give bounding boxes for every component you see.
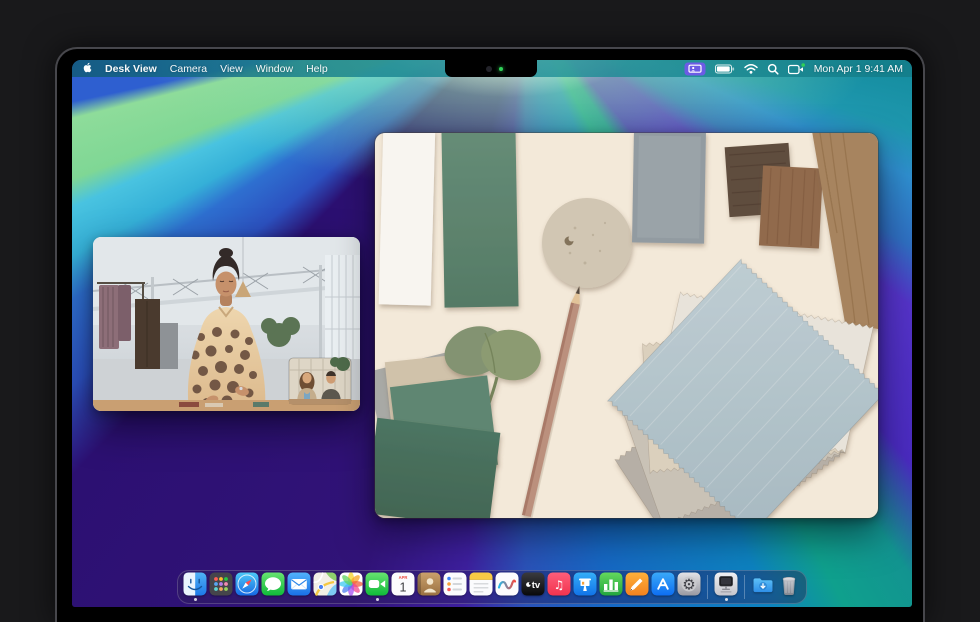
dock-music-icon[interactable]: ♫ <box>547 572 571 602</box>
video-menu-icon[interactable] <box>788 63 805 75</box>
running-indicator <box>725 598 728 601</box>
dock-reminders-icon[interactable] <box>443 572 467 602</box>
video-call-feed <box>93 237 360 411</box>
dock-finder-icon[interactable] <box>183 572 207 602</box>
menu-help[interactable]: Help <box>306 63 328 75</box>
dock-trash-icon[interactable] <box>777 572 801 602</box>
running-indicator <box>376 598 379 601</box>
dock-safari-icon[interactable] <box>235 572 259 602</box>
dock-keynote-icon[interactable] <box>573 572 597 602</box>
dock-calendar-icon[interactable]: APR 1 <box>391 572 415 602</box>
hair-bun <box>219 248 233 258</box>
camera-active-dot <box>801 63 805 67</box>
dock-settings-icon[interactable]: ⚙ <box>677 572 701 602</box>
pip-remote-participants[interactable] <box>289 357 351 404</box>
desktop: Desk View Camera View Window Help <box>72 60 912 607</box>
menu-window[interactable]: Window <box>256 63 293 75</box>
running-indicator <box>194 598 197 601</box>
apple-menu[interactable] <box>81 61 92 77</box>
dock-photos-icon[interactable] <box>339 572 363 602</box>
ring <box>239 387 242 390</box>
desk-view-feed <box>375 133 878 518</box>
dock-tv-icon[interactable]: tv <box>521 572 545 602</box>
svg-text:⚙: ⚙ <box>682 575 695 593</box>
menu-camera[interactable]: Camera <box>170 63 207 75</box>
macbook-display: Desk View Camera View Window Help <box>55 47 925 622</box>
menu-view[interactable]: View <box>220 63 243 75</box>
dock-maps-icon[interactable] <box>313 572 337 602</box>
menu-app-name[interactable]: Desk View <box>105 63 157 75</box>
svg-text:tv: tv <box>532 580 541 591</box>
dock-messages-icon[interactable] <box>261 572 285 602</box>
screen-mirroring-icon[interactable] <box>684 62 706 76</box>
desk-view-window[interactable] <box>375 133 878 518</box>
dock-divider <box>707 575 708 599</box>
spotlight-search-icon[interactable] <box>767 63 779 75</box>
apple-logo-icon <box>81 61 92 74</box>
product-shot-background: { "menu_bar": { "apple_logo": "apple-log… <box>0 0 980 622</box>
dock-launchpad-icon[interactable] <box>209 572 233 602</box>
svg-text:APR: APR <box>399 575 408 580</box>
dock-mail-icon[interactable] <box>287 572 311 602</box>
svg-text:1: 1 <box>400 581 407 595</box>
dock-facetime-icon[interactable] <box>365 572 389 602</box>
dock-divider <box>744 575 745 599</box>
dock-pages-icon[interactable] <box>625 572 649 602</box>
loft-windows <box>325 255 360 367</box>
dock-numbers-icon[interactable] <box>599 572 623 602</box>
display-notch <box>445 60 537 77</box>
svg-text:♫: ♫ <box>554 578 565 592</box>
menu-bar-clock[interactable]: Mon Apr 1 9:41 AM <box>814 63 903 75</box>
battery-icon[interactable] <box>715 64 735 74</box>
video-call-window[interactable] <box>93 237 360 411</box>
dock-deskview-icon[interactable] <box>714 572 738 602</box>
dock: APR 1 tv ♫ ⚙ <box>177 570 807 604</box>
wifi-icon[interactable] <box>744 63 758 74</box>
camera-indicator-light <box>499 67 503 71</box>
dock-notes-icon[interactable] <box>469 572 493 602</box>
dock-downloads-icon[interactable] <box>751 572 775 602</box>
dock-appstore-icon[interactable] <box>651 572 675 602</box>
dock-contacts-icon[interactable] <box>417 572 441 602</box>
notch-camera <box>486 66 492 72</box>
dock-freeform-icon[interactable] <box>495 572 519 602</box>
menu-bar-status-area: Mon Apr 1 9:41 AM <box>684 62 903 76</box>
